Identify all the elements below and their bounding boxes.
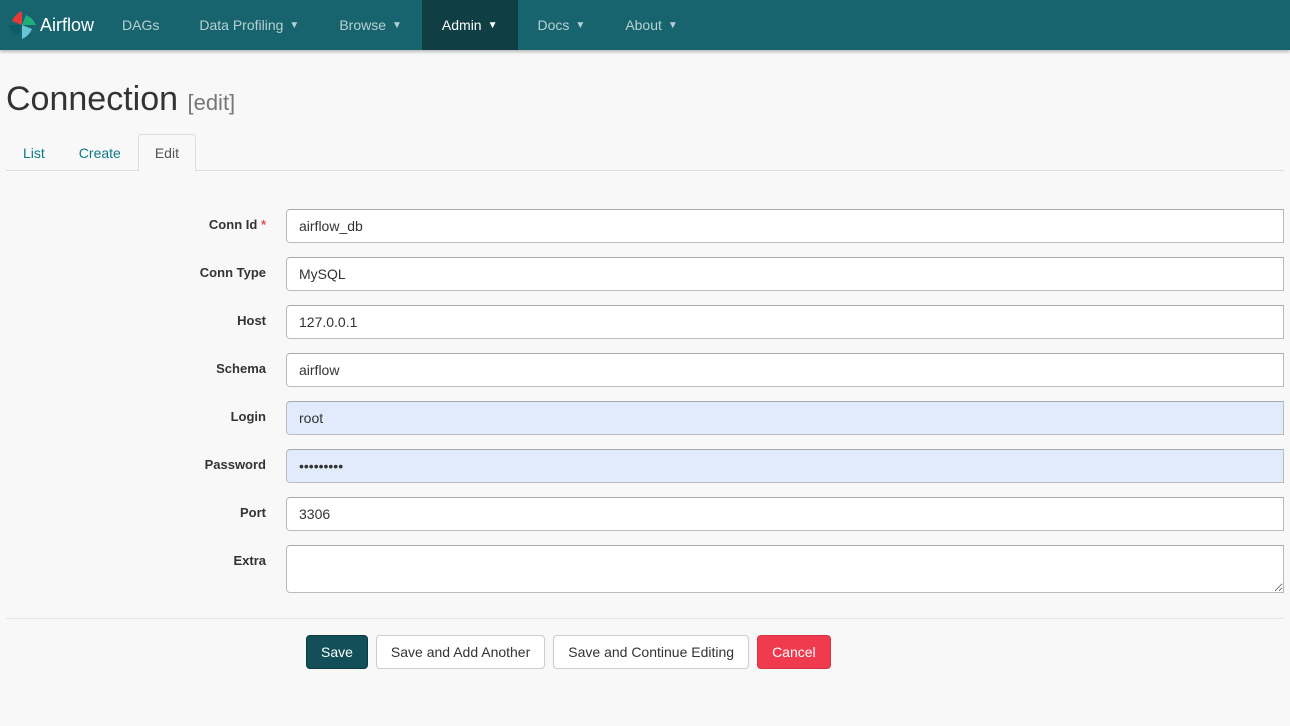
- required-marker: *: [261, 217, 266, 232]
- form-actions: Save Save and Add Another Save and Conti…: [306, 635, 1284, 669]
- row-port: Port: [6, 497, 1284, 531]
- schema-input[interactable]: [286, 353, 1284, 387]
- conn-type-value: MySQL: [299, 266, 346, 282]
- nav-label: Browse: [339, 17, 386, 33]
- nav-label: Docs: [538, 17, 570, 33]
- label-schema: Schema: [6, 353, 286, 376]
- row-login: Login: [6, 401, 1284, 435]
- nav-label: DAGs: [122, 17, 159, 33]
- brand[interactable]: Airflow: [6, 0, 102, 50]
- row-host: Host: [6, 305, 1284, 339]
- label-conn-id: Conn Id *: [6, 209, 286, 232]
- label-conn-type: Conn Type: [6, 257, 286, 280]
- navbar: Airflow DAGs Data Profiling ▼ Browse ▼ A…: [0, 0, 1290, 50]
- save-continue-editing-button[interactable]: Save and Continue Editing: [553, 635, 749, 669]
- password-input[interactable]: [286, 449, 1284, 483]
- login-input[interactable]: [286, 401, 1284, 435]
- row-extra: Extra: [6, 545, 1284, 598]
- tab-edit[interactable]: Edit: [138, 134, 196, 171]
- connection-form: Conn Id * Conn Type MySQL Host Schema Lo…: [6, 209, 1284, 669]
- page-body: Connection [edit] List Create Edit Conn …: [0, 50, 1290, 709]
- tab-label: Create: [79, 145, 121, 161]
- page-title-suffix: [edit]: [187, 90, 235, 115]
- nav-item-admin[interactable]: Admin ▼: [422, 0, 518, 50]
- cancel-button[interactable]: Cancel: [757, 635, 831, 669]
- label-extra: Extra: [6, 545, 286, 568]
- row-conn-id: Conn Id *: [6, 209, 1284, 243]
- brand-label: Airflow: [40, 15, 94, 36]
- label-port: Port: [6, 497, 286, 520]
- page-title: Connection [edit]: [6, 80, 1284, 119]
- nav-item-docs[interactable]: Docs ▼: [518, 0, 606, 50]
- nav-label: Data Profiling: [199, 17, 283, 33]
- extra-textarea[interactable]: [286, 545, 1284, 593]
- save-add-another-button[interactable]: Save and Add Another: [376, 635, 545, 669]
- row-conn-type: Conn Type MySQL: [6, 257, 1284, 291]
- chevron-down-icon: ▼: [488, 20, 498, 31]
- conn-id-input[interactable]: [286, 209, 1284, 243]
- save-button[interactable]: Save: [306, 635, 368, 669]
- chevron-down-icon: ▼: [392, 20, 402, 31]
- chevron-down-icon: ▼: [289, 20, 299, 31]
- nav-item-data-profiling[interactable]: Data Profiling ▼: [179, 0, 319, 50]
- host-input[interactable]: [286, 305, 1284, 339]
- airflow-logo-icon: [6, 9, 38, 41]
- row-schema: Schema: [6, 353, 1284, 387]
- label-login: Login: [6, 401, 286, 424]
- tab-create[interactable]: Create: [62, 134, 138, 171]
- conn-type-select[interactable]: MySQL: [286, 257, 1284, 291]
- form-divider: [6, 618, 1284, 619]
- nav-item-about[interactable]: About ▼: [605, 0, 698, 50]
- nav-label: Admin: [442, 17, 482, 33]
- nav-label: About: [625, 17, 662, 33]
- label-password: Password: [6, 449, 286, 472]
- chevron-down-icon: ▼: [668, 20, 678, 31]
- page-title-text: Connection: [6, 80, 178, 118]
- label-host: Host: [6, 305, 286, 328]
- nav-item-dags[interactable]: DAGs: [102, 0, 179, 50]
- tabs: List Create Edit: [6, 133, 1284, 171]
- chevron-down-icon: ▼: [575, 20, 585, 31]
- tab-label: List: [23, 145, 45, 161]
- tab-list[interactable]: List: [6, 134, 62, 171]
- nav-item-browse[interactable]: Browse ▼: [319, 0, 422, 50]
- row-password: Password: [6, 449, 1284, 483]
- port-input[interactable]: [286, 497, 1284, 531]
- tab-label: Edit: [155, 145, 179, 161]
